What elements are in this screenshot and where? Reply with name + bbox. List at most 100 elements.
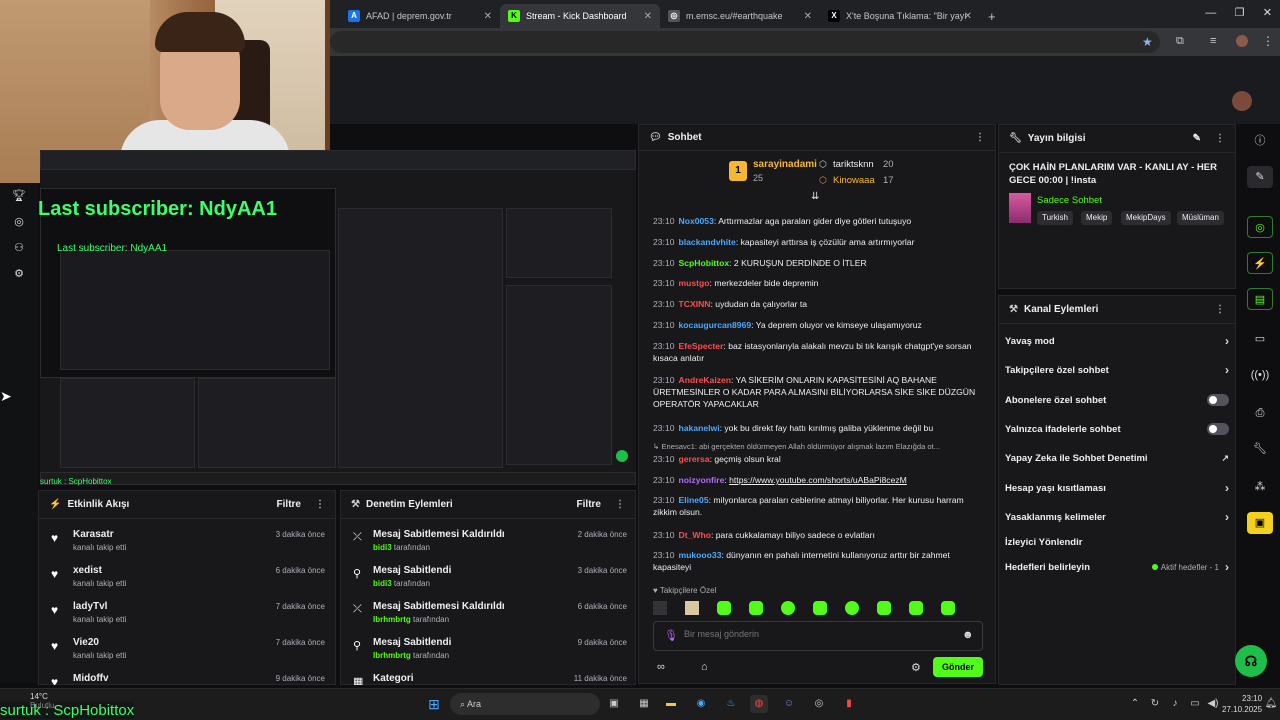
chat-message[interactable]: 23:10 mustgo: merkezdeler bide depremin (653, 277, 983, 289)
emoji-icon[interactable]: ☻ (962, 629, 974, 641)
gear-icon[interactable]: ⚙ (12, 267, 26, 281)
message-user[interactable]: mukooo33 (679, 550, 722, 560)
message-user[interactable]: Eline05 (679, 495, 709, 505)
more-icon[interactable]: ⋮ (315, 499, 325, 510)
gear-icon[interactable]: ⚙ (911, 661, 921, 674)
more-icon[interactable]: ⋮ (615, 499, 625, 510)
raid-item[interactable]: İzleyici Yönlendir (1005, 532, 1229, 552)
sync-icon[interactable]: ↻ (1146, 695, 1164, 713)
banned-words-item[interactable]: Yasaklanmış kelimeler › (1005, 507, 1229, 527)
edit-icon[interactable]: ✎ (1193, 133, 1201, 144)
widgets-icon[interactable]: ▦ (635, 695, 653, 713)
slow-mode-item[interactable]: Yavaş mod › (1005, 331, 1229, 351)
emote-icon[interactable] (749, 601, 763, 615)
app-red-icon[interactable]: ▮ (840, 695, 858, 713)
url-input[interactable] (330, 31, 1160, 53)
chat-message[interactable]: 23:10 EfeSpecter: baz istasyonlarıyla ala… (653, 340, 983, 364)
target-icon[interactable]: ◎ (12, 215, 26, 229)
apps-icon[interactable]: ⁂ (1247, 476, 1273, 498)
expand-icon[interactable]: ⇊ (811, 191, 819, 202)
more-icon[interactable]: ⋮ (1215, 133, 1225, 144)
list-item[interactable]: ⤫ Mesaj Sabitlemesi Kaldırıldı lbrhmbrtg… (341, 597, 637, 633)
taskbar-search[interactable]: ⌕ Ara (450, 693, 600, 715)
infinity-icon[interactable]: ∞ (657, 661, 665, 673)
list-item[interactable]: ⤫ Mesaj Sabitlemesi Kaldırıldı bidi3 tar… (341, 525, 637, 561)
tray-arrow-icon[interactable]: ⌃ (1126, 695, 1144, 713)
message-user[interactable]: hakanelwi (679, 423, 720, 433)
document-icon[interactable]: ▤ (1247, 288, 1273, 310)
wrench-icon[interactable]: 🔧︎ (1247, 438, 1273, 460)
leader-name[interactable]: sarayinadami (753, 159, 817, 170)
profile-icon[interactable] (1236, 35, 1248, 47)
message-user[interactable]: TCXINN (679, 299, 711, 309)
message-user[interactable]: Dt_Who (679, 530, 711, 540)
leader-name[interactable]: Kinowaaa (833, 175, 875, 186)
emote-icon[interactable] (909, 601, 923, 615)
emote-icon[interactable] (781, 601, 795, 615)
new-tab-button[interactable]: + (980, 4, 1000, 28)
message-user[interactable]: blackandvhite (679, 237, 736, 247)
help-button[interactable]: ☊ (1235, 645, 1267, 677)
target-icon[interactable]: ◎ (1247, 216, 1273, 238)
list-item[interactable]: ⚲ Mesaj Sabitlendi bidi3 tarafından 3 da… (341, 561, 637, 597)
chrome-icon[interactable]: ◍ (750, 695, 768, 713)
bookmark-star-icon[interactable]: ★ (1142, 35, 1153, 49)
obs-icon[interactable]: ◎ (810, 695, 828, 713)
taskbar-clock[interactable]: 23:10 27.10.2025 (1222, 693, 1262, 715)
goals-item[interactable]: Hedefleri belirleyin Aktif hedefler - 1 › (1005, 557, 1229, 577)
edit-icon[interactable]: ✎ (1247, 166, 1273, 188)
minimize-icon[interactable]: — (1205, 7, 1216, 19)
more-icon[interactable]: ⋮ (975, 132, 985, 143)
menu-icon[interactable]: ⋮ (1262, 34, 1274, 48)
media-icon[interactable]: ≡ (1210, 35, 1216, 47)
tab-afad[interactable]: A AFAD | deprem.gov.tr ✕ (340, 4, 500, 28)
emote-icon[interactable] (717, 601, 731, 615)
chat-message[interactable]: 23:10 ScpHobittox: 2 KURUŞUN DERDİNDE O İ… (653, 257, 983, 269)
tag[interactable]: Mekip (1081, 211, 1113, 225)
chat-message[interactable]: 23:10 kocaugurcan8969: Ya deprem oluyor v… (653, 319, 983, 331)
ai-moderation-item[interactable]: Yapay Zeka ile Sohbet Denetimi ↗ (1005, 448, 1229, 468)
list-item[interactable]: ♥ ladyTvl kanalı takip etti 7 dakika önc… (39, 597, 337, 633)
emote-icon[interactable] (685, 601, 699, 615)
printer-icon[interactable]: ⎙ (1247, 402, 1273, 424)
message-user[interactable]: kocaugurcan8969 (679, 320, 752, 330)
emotes-only-toggle[interactable] (1207, 423, 1229, 435)
chat-message[interactable]: 23:10 TCXINN: uydudan da çalıyorlar ta (653, 298, 983, 310)
network-icon[interactable]: ▭ (1186, 695, 1204, 713)
message-user[interactable]: gerersa (679, 454, 710, 464)
list-item[interactable]: ▦ Kategori 11 dakika önce (341, 669, 637, 685)
broadcast-icon[interactable]: ((•)) (1247, 364, 1273, 386)
list-item[interactable]: ⚲ Mesaj Sabitlendi lbrhmbrtg tarafından … (341, 633, 637, 669)
filter-button[interactable]: Filtre (277, 499, 301, 510)
more-icon[interactable]: ⋮ (1215, 304, 1225, 315)
chat-message[interactable]: 23:10 noizyonfire: https://www.youtube.co… (653, 474, 983, 486)
close-icon[interactable]: ✕ (644, 11, 652, 22)
notifications-icon[interactable]: 🔔︎ (1262, 695, 1280, 713)
message-user[interactable]: Nox0053 (679, 216, 714, 226)
message-user[interactable]: mustgo (679, 278, 710, 288)
close-icon[interactable]: ✕ (964, 11, 972, 22)
maximize-icon[interactable]: ❐ (1235, 7, 1245, 19)
chat-message[interactable]: 23:10 blackandvhite: kapasiteyi arttırsa … (653, 236, 983, 248)
avatar[interactable] (1232, 91, 1252, 111)
info-icon[interactable]: ⓘ (1247, 130, 1273, 152)
gift-icon[interactable]: ▣ (1247, 512, 1273, 534)
tag[interactable]: Turkish (1037, 211, 1073, 225)
message-link[interactable]: https://www.youtube.com/shorts/uABaPi8ce… (729, 475, 907, 485)
message-user[interactable]: EfeSpecter (679, 341, 724, 351)
emote-icon[interactable] (653, 601, 667, 615)
chat-input-box[interactable]: 🎙︎ ☻ (653, 621, 983, 651)
discord-icon[interactable]: ☺ (780, 695, 798, 713)
tag[interactable]: MekipDays (1121, 211, 1171, 225)
tab-kick-dashboard[interactable]: K Stream - Kick Dashboard ✕ (500, 4, 660, 28)
filter-button[interactable]: Filtre (577, 499, 601, 510)
emote-icon[interactable] (813, 601, 827, 615)
message-user[interactable]: ScpHobittox (679, 258, 730, 268)
message-user[interactable]: noizyonfire (679, 475, 725, 485)
emote-icon[interactable] (941, 601, 955, 615)
followers-only-item[interactable]: Takipçilere özel sohbet › (1005, 360, 1229, 380)
close-icon[interactable]: ✕ (804, 11, 812, 22)
mic-tray-icon[interactable]: ♪ (1166, 695, 1184, 713)
file-explorer-icon[interactable]: ▬ (662, 695, 680, 713)
app-icon[interactable]: ◉ (692, 695, 710, 713)
